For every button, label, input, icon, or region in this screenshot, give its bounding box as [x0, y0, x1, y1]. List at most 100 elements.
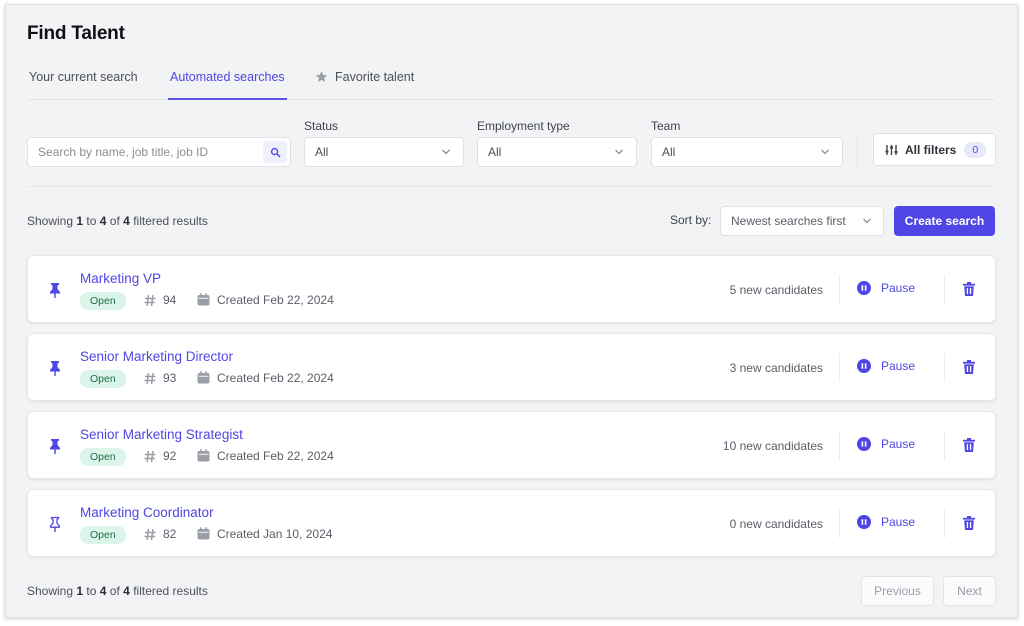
results-to: 4 [99, 214, 107, 228]
new-candidates-count: 0 new candidates [729, 517, 823, 531]
pause-button[interactable]: Pause [857, 515, 915, 529]
calendar-icon [197, 527, 210, 540]
sort-label: Sort by: [670, 213, 712, 227]
find-talent-panel: Find Talent Your current search Automate… [5, 4, 1018, 618]
tab-your-current-search[interactable]: Your current search [29, 70, 138, 100]
results-from: 1 [76, 584, 84, 598]
status-value: All [315, 145, 329, 159]
automated-search-card: Marketing Coordinator Open 82 Created Ja… [27, 489, 996, 557]
pin-icon[interactable] [48, 282, 62, 298]
job-id: 93 [163, 371, 177, 385]
all-filters-button[interactable]: All filters 0 [873, 133, 996, 166]
team-label: Team [651, 119, 681, 133]
results-summary-bottom: Showing 1 to 4 of 4 filtered results [27, 584, 208, 598]
calendar-icon [197, 371, 210, 384]
results-of-word: of [109, 584, 120, 598]
created-date: Created Feb 22, 2024 [217, 371, 334, 385]
tab-favorite-talent[interactable]: Favorite talent [315, 70, 414, 100]
results-prefix: Showing [27, 584, 74, 598]
trash-icon[interactable] [963, 516, 975, 530]
calendar-icon [197, 449, 210, 462]
tab-favorite-talent-label: Favorite talent [335, 70, 415, 84]
results-summary-top: Showing 1 to 4 of 4 filtered results [27, 214, 208, 228]
pause-label: Pause [881, 515, 916, 529]
hash-icon [144, 372, 156, 385]
trash-icon[interactable] [963, 438, 975, 452]
chevron-down-icon [863, 218, 871, 224]
card-divider [839, 275, 840, 304]
chevron-down-icon [615, 149, 623, 155]
hash-icon [144, 450, 156, 463]
new-candidates-count: 5 new candidates [729, 283, 823, 297]
results-total: 4 [123, 214, 130, 228]
results-suffix: filtered results [133, 214, 208, 228]
results-total: 4 [123, 584, 130, 598]
search-title[interactable]: Marketing VP [80, 271, 161, 286]
card-divider [839, 353, 840, 382]
status-badge: Open [80, 526, 126, 544]
team-value: All [662, 145, 676, 159]
card-divider [839, 509, 840, 538]
pause-icon [857, 515, 871, 529]
results-from: 1 [76, 214, 84, 228]
pause-button[interactable]: Pause [857, 437, 915, 451]
pin-icon[interactable] [48, 360, 62, 376]
job-id: 92 [163, 449, 177, 463]
card-divider [944, 509, 945, 538]
card-divider [944, 431, 945, 460]
status-badge: Open [80, 448, 126, 466]
pin-icon[interactable] [48, 438, 62, 454]
section-divider [27, 186, 995, 187]
created-date: Created Feb 22, 2024 [217, 449, 334, 463]
created-date: Created Feb 22, 2024 [217, 293, 334, 307]
pause-label: Pause [881, 281, 916, 295]
search-title[interactable]: Senior Marketing Strategist [80, 427, 243, 442]
create-search-button[interactable]: Create search [894, 206, 995, 236]
pause-button[interactable]: Pause [857, 281, 915, 295]
pause-icon [857, 359, 871, 373]
sliders-icon [885, 144, 898, 155]
employment-type-value: All [488, 145, 502, 159]
previous-page-button[interactable]: Previous [861, 576, 934, 606]
card-divider [944, 353, 945, 382]
card-divider [944, 275, 945, 304]
results-suffix: filtered results [133, 584, 208, 598]
job-id: 94 [163, 293, 177, 307]
pin-icon[interactable] [48, 516, 62, 532]
chevron-down-icon [442, 149, 450, 155]
hash-icon [144, 294, 156, 307]
pause-icon [857, 437, 871, 451]
results-to-word: to [86, 214, 97, 228]
results-to-word: to [86, 584, 97, 598]
card-divider [839, 431, 840, 460]
results-of-word: of [109, 214, 120, 228]
pause-button[interactable]: Pause [857, 359, 915, 373]
search-button[interactable] [263, 141, 287, 163]
sort-select[interactable]: Newest searches first [720, 206, 884, 236]
tab-automated-searches[interactable]: Automated searches [168, 70, 287, 100]
search-title[interactable]: Senior Marketing Director [80, 349, 233, 364]
status-label: Status [304, 119, 339, 133]
created-date: Created Jan 10, 2024 [217, 527, 333, 541]
employment-type-select[interactable]: All [477, 137, 637, 167]
filter-divider [857, 137, 858, 169]
search-input[interactable] [28, 138, 258, 166]
calendar-icon [197, 293, 210, 306]
filter-count-badge: 0 [964, 141, 987, 158]
pause-icon [857, 281, 871, 295]
automated-search-card: Senior Marketing Strategist Open 92 Crea… [27, 411, 996, 479]
status-badge: Open [80, 292, 126, 310]
job-id: 82 [163, 527, 177, 541]
next-page-button[interactable]: Next [943, 576, 996, 606]
search-title[interactable]: Marketing Coordinator [80, 505, 214, 520]
team-select[interactable]: All [651, 137, 843, 167]
trash-icon[interactable] [963, 282, 975, 296]
trash-icon[interactable] [963, 360, 975, 374]
all-filters-label: All filters [905, 142, 957, 157]
tab-bar: Your current search Automated searches F… [27, 63, 995, 100]
employment-type-label: Employment type [477, 119, 570, 133]
pause-label: Pause [881, 359, 916, 373]
automated-search-card: Marketing VP Open 94 Created Feb 22, 202… [27, 255, 996, 323]
search-field [27, 137, 291, 167]
status-select[interactable]: All [304, 137, 464, 167]
